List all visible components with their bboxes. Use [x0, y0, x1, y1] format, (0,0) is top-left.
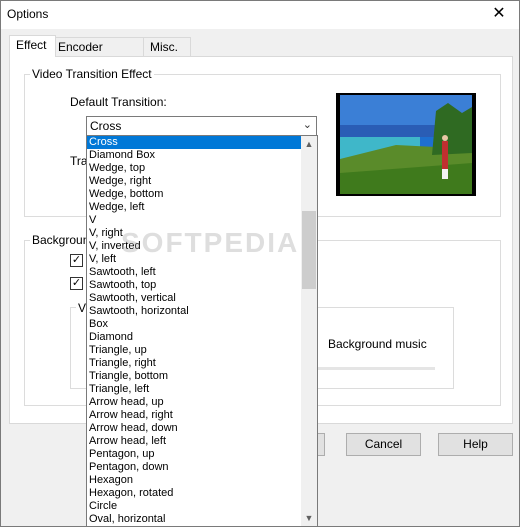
dropdown-option[interactable]: Oval, horizontal	[87, 513, 317, 526]
scrollbar-thumb[interactable]	[302, 211, 316, 289]
dropdown-option[interactable]: Hexagon, rotated	[87, 487, 317, 500]
tab-misc[interactable]: Misc.	[143, 37, 191, 56]
dropdown-option[interactable]: Arrow head, right	[87, 409, 317, 422]
dropdown-items: Cross Diamond Box Wedge, top Wedge, right We…	[87, 136, 317, 526]
dropdown-scrollbar[interactable]: ▲ ▼	[301, 136, 317, 526]
dropdown-option[interactable]: Triangle, right	[87, 357, 317, 370]
dropdown-option[interactable]: Sawtooth, left	[87, 266, 317, 279]
background-checkbox-1[interactable]: ✓	[70, 254, 83, 267]
dropdown-option[interactable]: Arrow head, down	[87, 422, 317, 435]
options-dialog: Options ✕ Effect Encoder Options Misc. V…	[0, 0, 520, 527]
dropdown-option[interactable]: Arrow head, up	[87, 396, 317, 409]
cancel-button[interactable]: Cancel	[346, 433, 421, 456]
default-transition-value: Cross	[90, 119, 122, 133]
dropdown-option[interactable]: Sawtooth, top	[87, 279, 317, 292]
dropdown-option[interactable]: Pentagon, down	[87, 461, 317, 474]
dropdown-option[interactable]: V	[87, 214, 317, 227]
background-music-label: Background music	[328, 337, 427, 351]
dropdown-option[interactable]: Circle	[87, 500, 317, 513]
dropdown-option[interactable]: Triangle, bottom	[87, 370, 317, 383]
dropdown-option[interactable]: Wedge, right	[87, 175, 317, 188]
dropdown-option[interactable]: Triangle, up	[87, 344, 317, 357]
scroll-down-arrow-icon[interactable]: ▼	[301, 510, 317, 526]
chevron-down-icon[interactable]: ⌄	[303, 118, 312, 131]
background-checkbox-2[interactable]: ✓	[70, 277, 83, 290]
dropdown-option[interactable]: Sawtooth, horizontal	[87, 305, 317, 318]
softpedia-watermark: SOFTPEDIA	[121, 227, 300, 258]
scroll-up-arrow-icon[interactable]: ▲	[301, 136, 317, 152]
dropdown-option[interactable]: Pentagon, up	[87, 448, 317, 461]
default-transition-combobox[interactable]: Cross ⌄	[86, 116, 317, 137]
dropdown-option[interactable]: Wedge, left	[87, 201, 317, 214]
dropdown-option[interactable]: Triangle, left	[87, 383, 317, 396]
dropdown-option[interactable]: Sawtooth, vertical	[87, 292, 317, 305]
window-title: Options	[7, 7, 49, 21]
help-button[interactable]: Help	[438, 433, 513, 456]
transition-dropdown-list[interactable]: Cross Diamond Box Wedge, top Wedge, right We…	[86, 135, 318, 527]
dropdown-option[interactable]: Hexagon	[87, 474, 317, 487]
dropdown-option[interactable]: Diamond	[87, 331, 317, 344]
video-transition-legend: Video Transition Effect	[30, 67, 154, 81]
tab-effect[interactable]: Effect	[9, 35, 56, 57]
transition-preview-image	[336, 93, 476, 196]
dropdown-option[interactable]: Wedge, bottom	[87, 188, 317, 201]
dropdown-option[interactable]: Wedge, top	[87, 162, 317, 175]
dropdown-option[interactable]: Box	[87, 318, 317, 331]
tab-encoder-options[interactable]: Encoder Options	[51, 37, 153, 72]
default-transition-label: Default Transition:	[70, 95, 167, 109]
close-icon[interactable]: ✕	[489, 4, 509, 24]
title-bar[interactable]: Options ✕	[1, 1, 519, 29]
background-music-track[interactable]	[300, 367, 435, 370]
golf-course-photo	[336, 93, 476, 196]
dropdown-option[interactable]: Cross	[87, 136, 317, 149]
transition-duration-label: Tra	[70, 154, 88, 168]
dropdown-option[interactable]: Arrow head, left	[87, 435, 317, 448]
dropdown-option[interactable]: Diamond Box	[87, 149, 317, 162]
